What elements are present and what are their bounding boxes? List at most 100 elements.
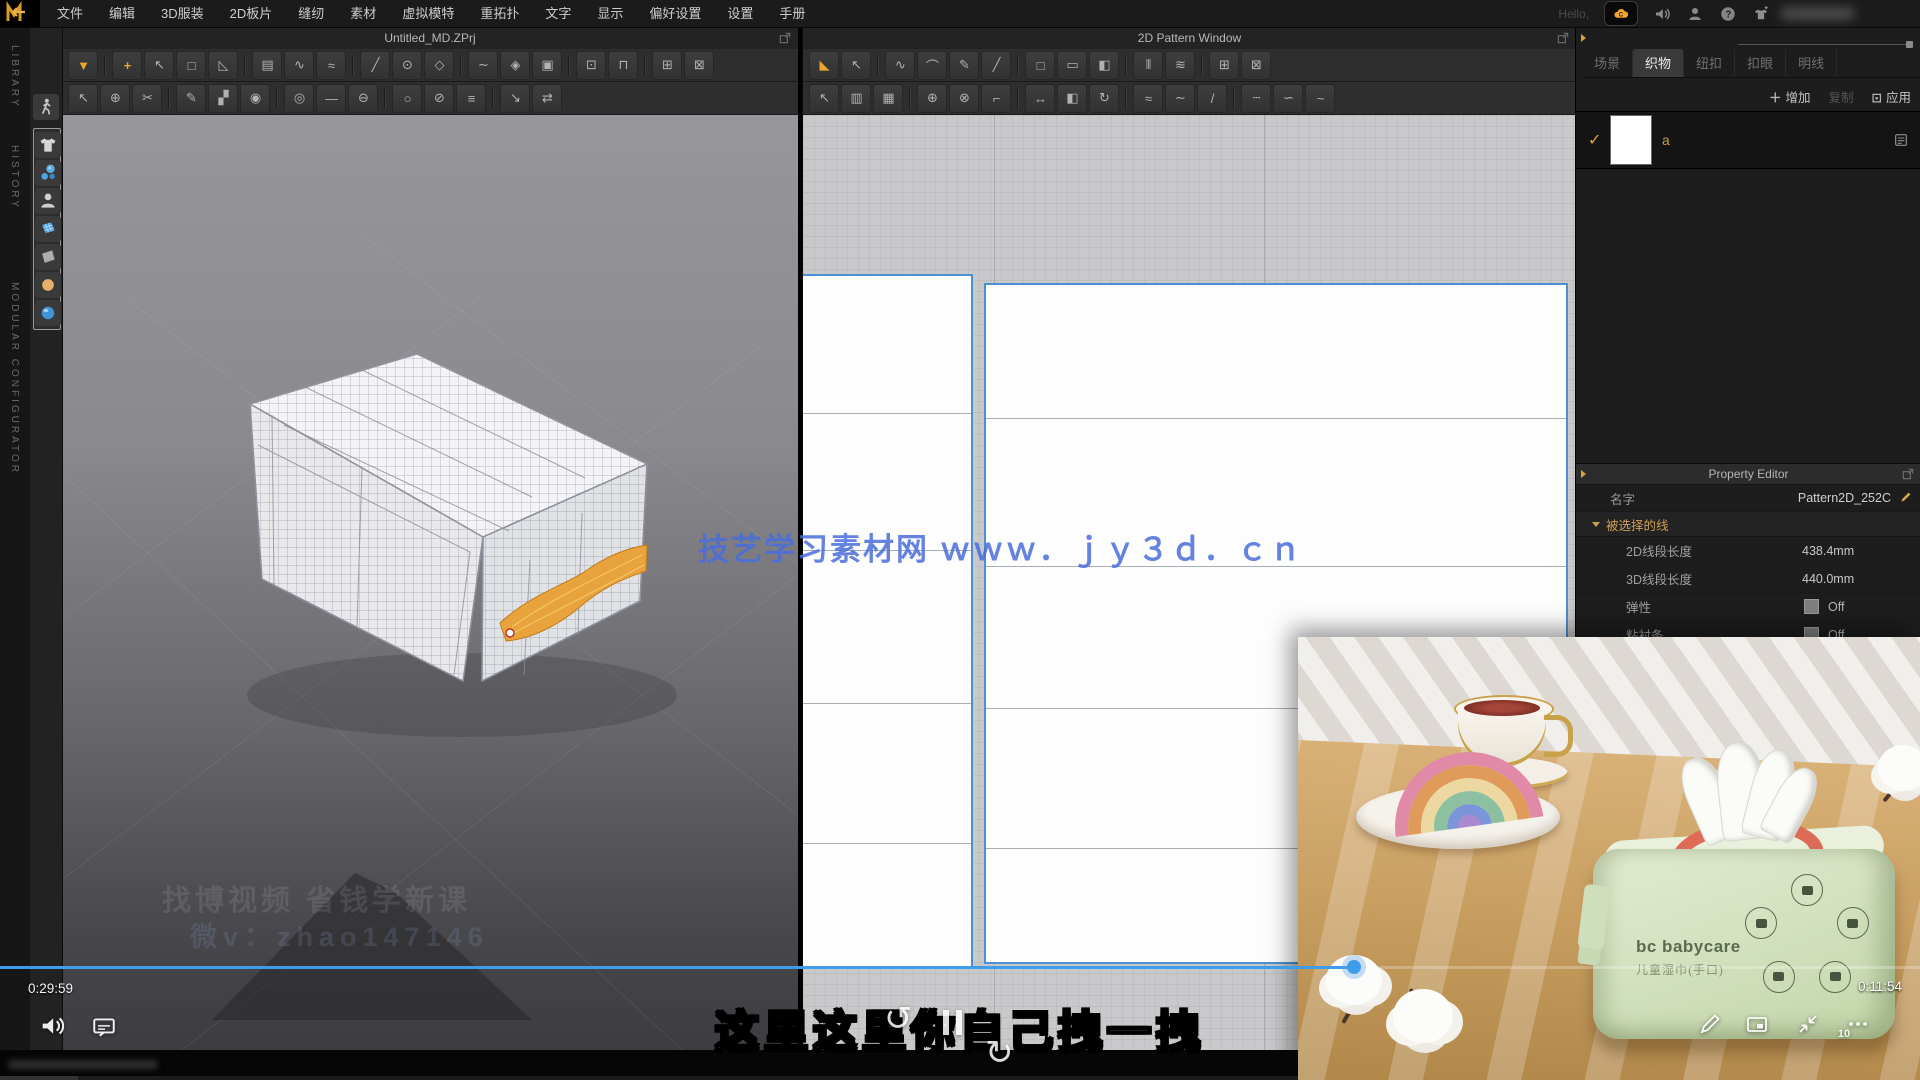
pattern-outline-icon[interactable]: ⊠ (1241, 51, 1271, 80)
captions-icon[interactable] (90, 1014, 118, 1040)
selected-line-section[interactable]: 被选择的线 (1576, 512, 1920, 537)
garment-pair-icon[interactable]: ⊡ (576, 51, 606, 80)
show-mesh-icon[interactable] (35, 216, 61, 242)
unpin-icon[interactable]: ⊗ (949, 84, 979, 113)
symmetry-icon[interactable]: ↔ (1025, 84, 1055, 113)
pattern-piece-left[interactable] (803, 274, 973, 968)
segment-sewing-icon[interactable]: ∿ (284, 51, 314, 80)
video-progress-handle[interactable] (1347, 960, 1361, 974)
menu-item-6[interactable]: 素材 (337, 0, 389, 27)
fold-arrange-icon[interactable]: ◈ (500, 51, 530, 80)
fabric-list-item[interactable]: ✓ a (1576, 111, 1920, 169)
transform-pattern-icon[interactable]: ◣ (809, 51, 839, 80)
collapse-icon[interactable] (1796, 1012, 1820, 1036)
garment-fit-icon[interactable]: ⊓ (608, 51, 638, 80)
sound-icon[interactable] (1653, 5, 1671, 23)
show-garment-icon[interactable] (35, 132, 61, 158)
select-move-icon[interactable]: + (112, 51, 142, 80)
app-logo-icon[interactable] (0, 0, 40, 27)
edit-curvature-icon[interactable]: ∿ (885, 51, 915, 80)
menu-item-7[interactable]: 虚拟模特 (389, 0, 467, 27)
pleat-fold-icon[interactable]: ≋ (1165, 51, 1195, 80)
tab-织物[interactable]: 织物 (1633, 49, 1684, 77)
more-options-icon[interactable] (1846, 1012, 1870, 1036)
rotate-icon[interactable]: ↻ (1089, 84, 1119, 113)
add-fabric-button[interactable]: ＋增加 (1769, 87, 1811, 106)
show-fabric-icon[interactable] (35, 244, 61, 270)
edit-name-icon[interactable] (1899, 490, 1913, 504)
tack-icon[interactable]: ◇ (424, 51, 454, 80)
clo-cloud-icon[interactable] (1604, 1, 1638, 26)
grid-snap-icon[interactable]: ⊞ (1209, 51, 1239, 80)
menu-item-8[interactable]: 重拓扑 (467, 0, 532, 27)
sewing-machine-icon[interactable]: ▤ (252, 51, 282, 80)
menu-item-2[interactable]: 编辑 (96, 0, 148, 27)
scissors-icon[interactable]: ✂ (132, 84, 162, 113)
menu-item-5[interactable]: 缝纫 (285, 0, 337, 27)
pause-button[interactable] (943, 1010, 962, 1035)
edit-curve-point-icon[interactable]: ⌒ (917, 51, 947, 80)
dart-icon[interactable]: ◧ (1089, 51, 1119, 80)
modular-configurator-tab[interactable]: MODULAR CONFIGURATOR (9, 282, 20, 475)
sewing-line-icon[interactable]: ╱ (360, 51, 390, 80)
help-icon[interactable] (1719, 5, 1737, 23)
baste-icon[interactable]: ≈ (1133, 84, 1163, 113)
avatar-pose-icon[interactable] (33, 94, 59, 120)
edit-pattern-icon[interactable]: ↖ (841, 51, 871, 80)
pin-move-icon[interactable]: ⊕ (100, 84, 130, 113)
stylus-settings-icon[interactable]: ≡ (456, 84, 486, 113)
volume-icon[interactable] (38, 1012, 66, 1040)
fuse-tape-icon[interactable]: ▦ (873, 84, 903, 113)
checkbox[interactable] (1804, 599, 1819, 614)
property-editor-header[interactable]: Property Editor (1576, 463, 1920, 485)
new-garment-icon[interactable] (1752, 5, 1770, 23)
menu-item-13[interactable]: 手册 (766, 0, 818, 27)
flatten-icon[interactable]: ▣ (532, 51, 562, 80)
slash-line-icon[interactable]: ~ (1305, 84, 1335, 113)
panel-slider[interactable] (1738, 44, 1913, 45)
gizmo-select-icon[interactable]: ↖ (68, 84, 98, 113)
apply-fabric-button[interactable]: ⊡应用 (1872, 87, 1912, 106)
menu-item-12[interactable]: 设置 (714, 0, 766, 27)
tape-line-icon[interactable]: — (316, 84, 346, 113)
viewport-3d[interactable]: 找博视频 省钱学新课 微v：zhao147146 (62, 115, 798, 1050)
property-value[interactable]: 438.4mm (1802, 544, 1854, 558)
wave-line-icon[interactable]: ∽ (1273, 84, 1303, 113)
annotate-icon[interactable] (1698, 1012, 1722, 1036)
fold-line-icon[interactable]: ⌐ (981, 84, 1011, 113)
pleats-icon[interactable]: ⫴ (1133, 51, 1163, 80)
free-sewing-icon[interactable]: ≈ (316, 51, 346, 80)
seam-tape-icon[interactable]: ▥ (841, 84, 871, 113)
skip-forward-button[interactable]: ↻30 (985, 1036, 1920, 1070)
fabric-menu-icon[interactable] (1893, 132, 1909, 148)
select-lasso-icon[interactable]: ◺ (208, 51, 238, 80)
texture-edit-icon[interactable]: ✎ (176, 84, 206, 113)
tape-remove-icon[interactable]: ⊖ (348, 84, 378, 113)
copy-fabric-button[interactable]: 复制 (1828, 87, 1853, 106)
tab-明线[interactable]: 明线 (1786, 49, 1837, 77)
measure-circle-icon[interactable]: ○ (392, 84, 422, 113)
tape-avatar-icon[interactable]: ◉ (240, 84, 270, 113)
mirror-pattern-icon[interactable]: ◧ (1057, 84, 1087, 113)
grid-view-icon[interactable]: ⊞ (652, 51, 682, 80)
select-pen-icon[interactable]: ↖ (144, 51, 174, 80)
panel-arrow-icon[interactable] (1581, 34, 1586, 42)
popout-icon[interactable] (1901, 467, 1915, 481)
tab-扣眼[interactable]: 扣眼 (1735, 49, 1786, 77)
rectangle-icon[interactable]: □ (1025, 51, 1055, 80)
add-point-icon[interactable]: ✎ (949, 51, 979, 80)
select-box-icon[interactable]: □ (176, 51, 206, 80)
tape-circle-icon[interactable]: ◎ (284, 84, 314, 113)
menu-item-11[interactable]: 偏好设置 (636, 0, 714, 27)
tab-场景[interactable]: 场景 (1582, 49, 1633, 77)
measure-block-icon[interactable]: ⊘ (424, 84, 454, 113)
popout-icon[interactable] (778, 31, 792, 45)
fabric-swatch[interactable] (1610, 115, 1652, 165)
simulate-icon[interactable]: ▼ (68, 51, 98, 80)
swap-view-icon[interactable]: ⇄ (532, 84, 562, 113)
history-tab[interactable]: HISTORY (9, 145, 20, 210)
miniplayer-icon[interactable] (1744, 1012, 1770, 1036)
menu-item-3[interactable]: 3D服装 (148, 0, 217, 27)
library-tab[interactable]: LIBRARY (9, 45, 20, 109)
menu-item-4[interactable]: 2D板片 (217, 0, 286, 27)
